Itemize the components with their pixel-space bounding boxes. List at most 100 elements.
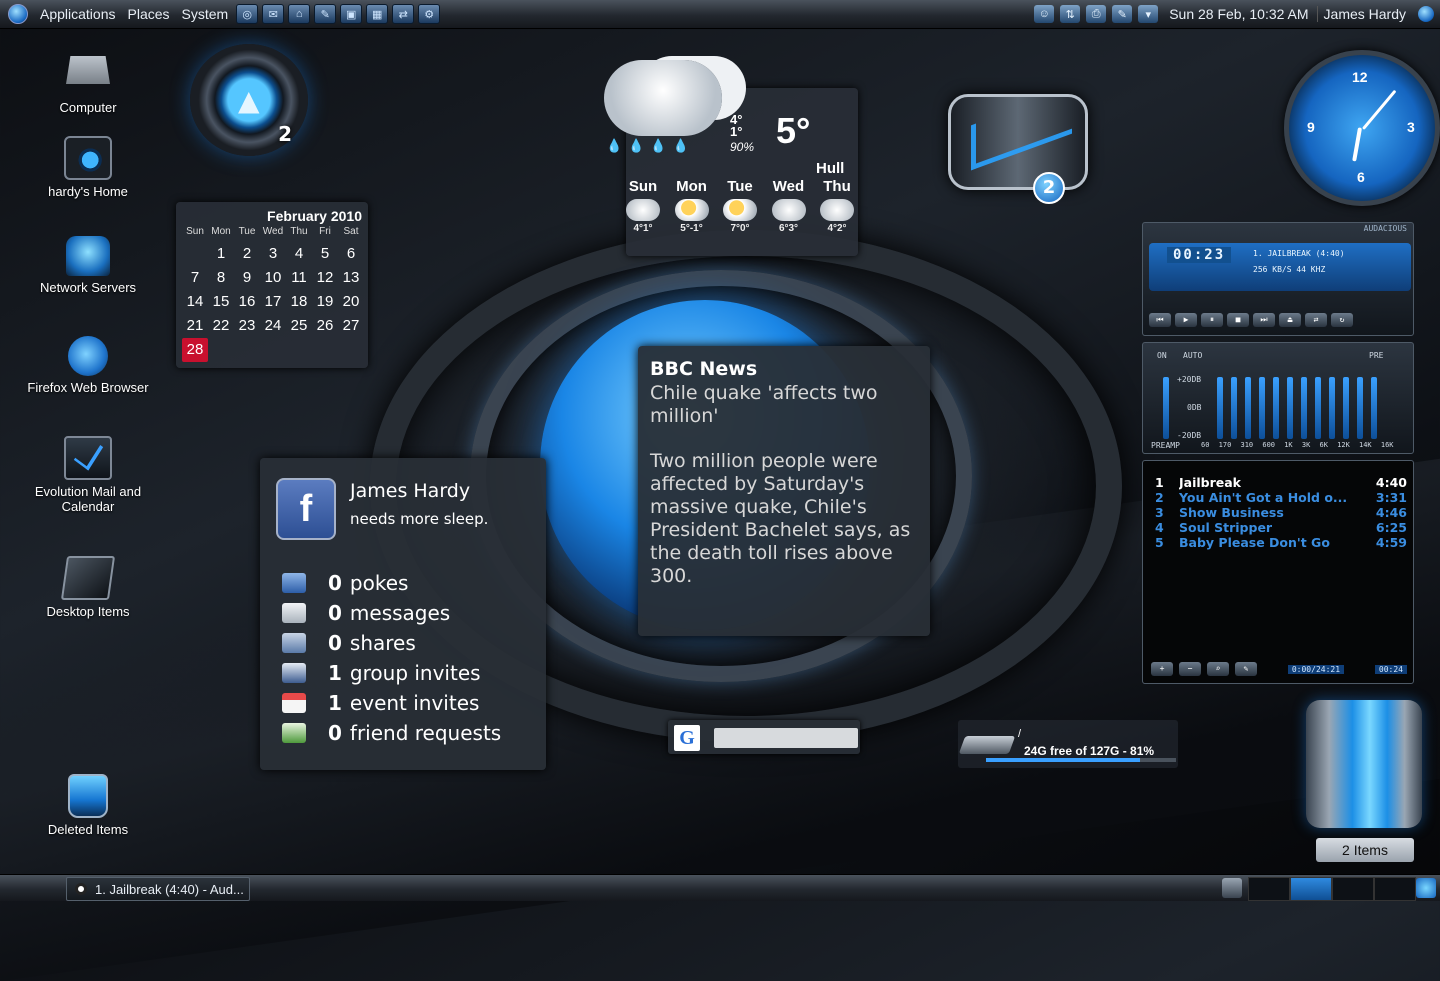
stop-button[interactable]: ■ <box>1227 313 1249 327</box>
calendar-day[interactable]: 3 <box>260 242 286 266</box>
calendar-day[interactable]: 6 <box>338 242 364 266</box>
facebook-user-name[interactable]: James Hardy <box>350 480 470 502</box>
eq-slider[interactable] <box>1357 377 1363 439</box>
volume-tray-icon[interactable]: ▾ <box>1138 5 1159 23</box>
calendar-day[interactable]: 21 <box>182 314 208 338</box>
calendar-day[interactable]: 18 <box>286 290 312 314</box>
desktop-icon-computer[interactable]: Computer <box>20 56 156 115</box>
chat-tray-icon[interactable]: ☺ <box>1034 5 1055 23</box>
misc-icon[interactable]: ✎ <box>1235 662 1257 676</box>
playlist-row[interactable]: 3 Show Business 4:46 <box>1155 505 1407 520</box>
show-desktop-icon[interactable] <box>1222 878 1242 898</box>
eq-auto-button[interactable]: AUTO <box>1183 351 1202 360</box>
trash-applet-icon[interactable] <box>1416 878 1436 898</box>
distro-logo-icon[interactable] <box>8 4 28 24</box>
calendar-day[interactable]: 27 <box>338 314 364 338</box>
desktop-icon-deleted-items[interactable]: Deleted Items <box>20 774 156 837</box>
calendar-day[interactable]: 13 <box>338 266 364 290</box>
eq-slider[interactable] <box>1329 377 1335 439</box>
calendar-day[interactable]: 9 <box>234 266 260 290</box>
calendar-day[interactable]: 17 <box>260 290 286 314</box>
workspace-4[interactable] <box>1374 877 1416 901</box>
calendar-day[interactable]: 5 <box>312 242 338 266</box>
workspace-1[interactable] <box>1248 877 1290 901</box>
network-tray-icon[interactable]: ⇅ <box>1060 5 1081 23</box>
tools-launcher-icon[interactable]: ⚙ <box>418 4 441 24</box>
panel-clock[interactable]: Sun 28 Feb, 10:32 AM <box>1161 6 1316 22</box>
mail-launcher-icon[interactable]: ✉ <box>262 4 285 24</box>
editor-launcher-icon[interactable]: ✎ <box>314 4 337 24</box>
repeat-button[interactable]: ↻ <box>1331 313 1353 327</box>
desktop-icon-evolution[interactable]: Evolution Mail and Calendar <box>20 436 156 514</box>
calendar-day[interactable]: 24 <box>260 314 286 338</box>
calendar-day[interactable]: 26 <box>312 314 338 338</box>
printer-tray-icon[interactable]: ⎙ <box>1086 5 1107 23</box>
calendar-day[interactable]: 23 <box>234 314 260 338</box>
eq-slider[interactable] <box>1231 377 1237 439</box>
calendar-day[interactable]: 19 <box>312 290 338 314</box>
remove-icon[interactable]: − <box>1179 662 1201 676</box>
eq-slider[interactable] <box>1301 377 1307 439</box>
notification-row[interactable]: 1 group invites <box>282 658 501 688</box>
eject-button[interactable]: ⏏ <box>1279 313 1301 327</box>
previous-button[interactable]: ⏮ <box>1149 313 1171 327</box>
calendar-day-today[interactable]: 28 <box>182 338 208 362</box>
google-search-input[interactable] <box>714 728 858 748</box>
eq-slider[interactable] <box>1273 377 1279 439</box>
next-button[interactable]: ⏭ <box>1253 313 1275 327</box>
calendar-day[interactable]: 2 <box>234 242 260 266</box>
network-launcher-icon[interactable]: ⇄ <box>392 4 415 24</box>
calendar-day[interactable]: 12 <box>312 266 338 290</box>
desktop-icon-home[interactable]: hardy's Home <box>20 136 156 199</box>
play-button[interactable]: ▶ <box>1175 313 1197 327</box>
workspace-3[interactable] <box>1332 877 1374 901</box>
taskbar-button-audacious[interactable]: 1. Jailbreak (4:40) - Aud... <box>66 877 250 901</box>
calendar-day[interactable]: 16 <box>234 290 260 314</box>
playback-time[interactable]: 00:23 <box>1167 247 1232 263</box>
menu-places[interactable]: Places <box>122 6 176 22</box>
workspace-2[interactable] <box>1290 877 1332 901</box>
news-headline[interactable]: Chile quake 'affects two million' <box>650 382 918 428</box>
calendar-day[interactable]: 4 <box>286 242 312 266</box>
calendar-day[interactable]: 11 <box>286 266 312 290</box>
playlist-row[interactable]: 5 Baby Please Don't Go 4:59 <box>1155 535 1407 550</box>
notification-row[interactable]: 0 pokes <box>282 568 501 598</box>
desktop-icon-network[interactable]: Network Servers <box>20 236 156 295</box>
mail-notifier-widget[interactable] <box>948 88 1088 190</box>
user-menu[interactable]: James Hardy <box>1316 6 1412 22</box>
menu-system[interactable]: System <box>176 6 235 22</box>
notes-tray-icon[interactable]: ✎ <box>1112 5 1133 23</box>
eq-slider[interactable] <box>1217 377 1223 439</box>
desktop-icon-firefox[interactable]: Firefox Web Browser <box>20 336 156 395</box>
desktop-icon-desktop-items[interactable]: Desktop Items <box>20 556 156 619</box>
calendar-day[interactable]: 14 <box>182 290 208 314</box>
calendar-day[interactable]: 22 <box>208 314 234 338</box>
eq-slider[interactable] <box>1245 377 1251 439</box>
pause-button[interactable]: ⏸ <box>1201 313 1223 327</box>
home-launcher-icon[interactable]: ⌂ <box>288 4 311 24</box>
notification-row[interactable]: 0 shares <box>282 628 501 658</box>
calendar-day[interactable]: 15 <box>208 290 234 314</box>
notification-row[interactable]: 0 messages <box>282 598 501 628</box>
calendar-day[interactable]: 1 <box>208 242 234 266</box>
bbc-news-widget[interactable]: BBC News Chile quake 'affects two millio… <box>638 346 930 636</box>
notification-row[interactable]: 0 friend requests <box>282 718 501 748</box>
shuffle-button[interactable]: ⇄ <box>1305 313 1327 327</box>
notification-row[interactable]: 1 event invites <box>282 688 501 718</box>
calendar-day[interactable]: 10 <box>260 266 286 290</box>
playlist-row[interactable]: 4 Soul Stripper 6:25 <box>1155 520 1407 535</box>
facebook-icon[interactable]: f <box>276 478 336 540</box>
eq-slider[interactable] <box>1371 377 1377 439</box>
calculator-launcher-icon[interactable]: ▦ <box>366 4 389 24</box>
menu-applications[interactable]: Applications <box>34 6 122 22</box>
calendar-day[interactable]: 20 <box>338 290 364 314</box>
calendar-day[interactable]: 25 <box>286 314 312 338</box>
eq-slider[interactable] <box>1287 377 1293 439</box>
launcher-orb-widget[interactable]: ▲ 2 <box>190 44 308 156</box>
firefox-launcher-icon[interactable]: ◎ <box>236 4 259 24</box>
power-icon[interactable] <box>1418 6 1434 22</box>
eq-on-button[interactable]: ON <box>1157 351 1167 360</box>
trash-widget-icon[interactable] <box>1306 700 1422 828</box>
search-icon[interactable]: ⌕ <box>1207 662 1229 676</box>
eq-preset-button[interactable]: PRE <box>1369 351 1383 360</box>
